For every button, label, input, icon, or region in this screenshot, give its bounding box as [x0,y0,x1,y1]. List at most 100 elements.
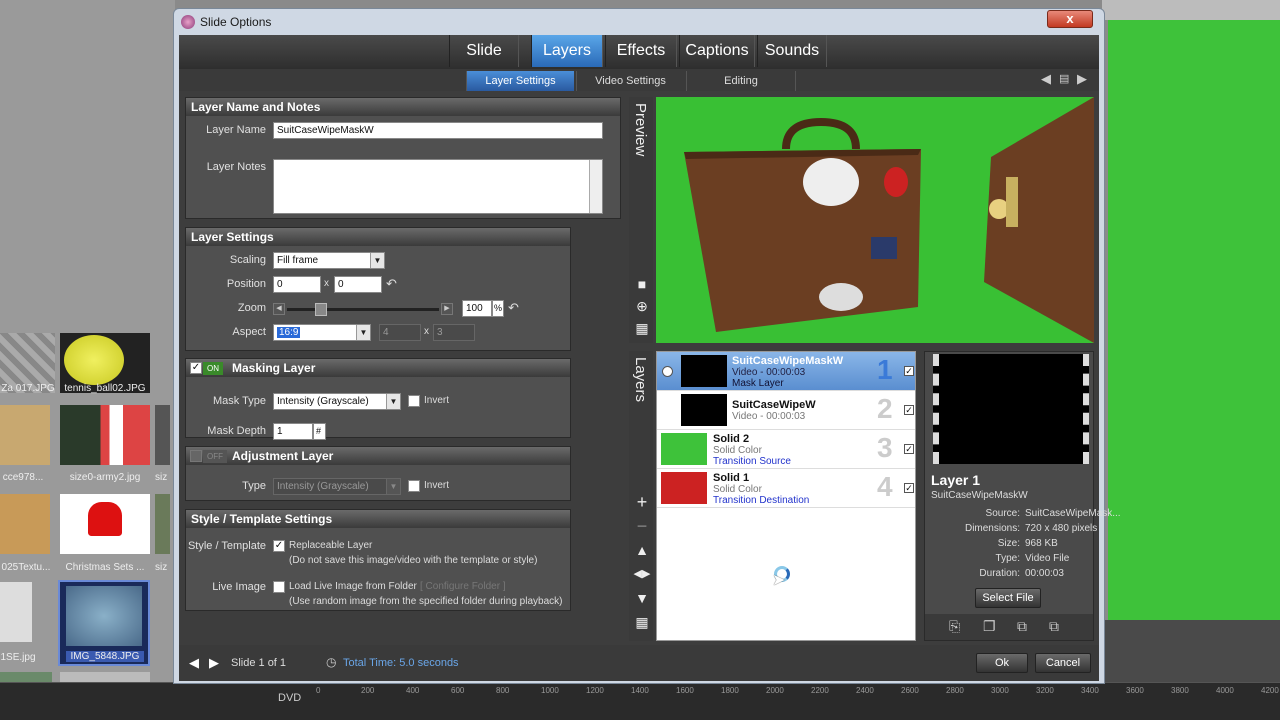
file-icon[interactable]: ❐ [983,618,996,635]
position-y-input[interactable]: 0 [334,276,382,293]
notes-scrollbar[interactable] [589,160,602,213]
select-file-button[interactable]: Select File [975,588,1041,608]
file-thumb[interactable] [155,405,170,465]
reset-zoom-icon[interactable]: ↶ [508,300,519,316]
layer-list-icon[interactable]: ▤ [1059,72,1069,85]
file-thumb[interactable] [0,672,52,682]
reset-position-icon[interactable]: ↶ [386,276,397,292]
info-key: Source: [985,508,1020,519]
timeline-tick: 3800 [1171,686,1189,695]
file-thumb[interactable] [0,405,50,465]
adjustment-invert-checkbox[interactable] [408,480,420,492]
dialog-client: Slide Layers Effects Captions Sounds Lay… [179,35,1121,681]
file-thumb[interactable] [60,405,150,465]
layer-grid-icon[interactable]: ▦ [633,613,651,631]
adjustment-off-badge[interactable]: OFF [203,450,227,463]
next-slide-icon[interactable]: ▶ [209,655,219,671]
layer-name: SuitCaseWipeW [732,399,816,411]
stop-icon[interactable]: ■ [633,275,651,293]
cancel-button[interactable]: Cancel [1035,653,1091,673]
zoom-slider-track[interactable] [287,303,439,316]
layer-visible-checkbox[interactable]: ✓ [904,483,914,493]
preview-canvas[interactable] [656,97,1094,343]
add-layer-icon[interactable]: + [633,493,651,511]
layer-settings-panel: Layer Settings Scaling Fill frame ▼ Posit… [185,227,571,351]
adjustment-enable-checkbox[interactable] [190,450,202,462]
mask-type-value: Intensity (Grayscale) [277,396,369,407]
mask-type-select[interactable]: Intensity (Grayscale) ▼ [273,393,401,410]
prev-layer-icon[interactable]: ◀ [1041,71,1051,87]
layer-notes-textarea[interactable] [273,159,603,214]
zoom-left-icon[interactable]: ◀ [273,303,285,315]
aspect-height-input[interactable]: 3 [433,324,475,341]
layer-radio[interactable] [662,366,673,377]
file-thumb[interactable] [0,582,32,642]
title-bar[interactable]: Slide Options x [174,9,1104,35]
zoom-right-icon[interactable]: ▶ [441,303,453,315]
tab-captions[interactable]: Captions [679,35,755,67]
suitcase-preview-image [684,97,1094,343]
aspect-select[interactable]: 16:9 ▼ [273,324,371,341]
layer-row-2[interactable]: SuitCaseWipeW Video - 00:00:03 2 ✓ [657,391,915,430]
zoom-input[interactable]: 100 [462,300,492,317]
replaceable-layer-checkbox[interactable]: ✓ [273,540,285,552]
layer-subtitle: Solid Color [713,484,762,495]
layer-visible-checkbox[interactable]: ✓ [904,405,914,415]
tab-layers[interactable]: Layers [531,35,603,67]
layer-visible-checkbox[interactable]: ✓ [904,444,914,454]
zoom-icon[interactable]: ⊕ [633,297,651,315]
timeline-tick: 3600 [1126,686,1144,695]
timeline-tick: 1800 [721,686,739,695]
tab-sounds[interactable]: Sounds [757,35,827,67]
clock-icon: ◷ [326,655,337,669]
mask-invert-checkbox[interactable] [408,395,420,407]
file-thumb[interactable] [155,494,170,554]
masking-on-badge[interactable]: ON [203,362,223,375]
layer-link[interactable]: Transition Destination [713,495,809,506]
ok-button[interactable]: Ok [976,653,1028,673]
import-icon[interactable]: ⎘ [949,618,960,635]
masking-enable-checkbox[interactable]: ✓ [190,362,202,374]
subtab-editing[interactable]: Editing [686,71,796,91]
file-thumb[interactable] [60,494,150,554]
file-caption-selected: IMG_5848.JPG [66,651,144,662]
main-tabs: Slide Layers Effects Captions Sounds [179,35,1099,69]
layer-visible-checkbox[interactable]: ✓ [904,366,914,376]
scaling-select[interactable]: Fill frame ▼ [273,252,385,269]
move-down-icon[interactable]: ▼ [633,589,651,607]
close-button[interactable]: x [1047,10,1093,28]
mask-depth-input[interactable]: 1 [273,423,313,440]
zoom-slider-thumb[interactable] [315,303,327,316]
paste-icon[interactable]: ⧉ [1049,618,1059,635]
tab-slide[interactable]: Slide [449,35,519,67]
position-x-input[interactable]: 0 [273,276,321,293]
layer-name-input[interactable]: SuitCaseWipeMaskW [273,122,603,139]
configure-folder-link[interactable]: [ Configure Folder ] [420,581,506,592]
file-thumb[interactable] [60,672,150,682]
aspect-width-input[interactable]: 4 [379,324,421,341]
tab-effects[interactable]: Effects [605,35,677,67]
grid-icon[interactable]: ▦ [633,319,651,337]
next-layer-icon[interactable]: ▶ [1077,71,1087,87]
file-thumb[interactable] [0,494,50,554]
subtab-video-settings[interactable]: Video Settings [576,71,684,91]
layer-link[interactable]: Transition Source [713,456,791,467]
move-up-icon[interactable]: ▲ [633,541,651,559]
panel-header: Adjustment Layer [186,447,570,465]
live-image-checkbox[interactable] [273,581,285,593]
info-key: Size: [997,538,1020,549]
timeline[interactable]: DVD 0 200 400 600 800 1000 1200 1400 1600 1800 200… [0,682,1280,720]
move-left-right-icon[interactable]: ◀▶ [633,565,651,583]
layer-row-3[interactable]: Solid 2 Solid Color Transition Source 3 … [657,430,915,469]
subtab-layer-settings[interactable]: Layer Settings [466,71,574,91]
layer-row-1[interactable]: SuitCaseWipeMaskW Video - 00:00:03 Mask … [657,352,915,391]
copy-icon[interactable]: ⧉ [1017,618,1027,635]
remove-layer-icon[interactable]: − [633,517,651,535]
layer-link[interactable]: Mask Layer [732,378,784,389]
panel-header: Masking Layer [186,359,570,377]
adjustment-type-select[interactable]: Intensity (Grayscale) ▼ [273,478,401,495]
live-image-label: Live Image [212,581,266,593]
live-image-note: (Use random image from the specified fol… [289,596,563,607]
layer-row-4[interactable]: Solid 1 Solid Color Transition Destinati… [657,469,915,508]
prev-slide-icon[interactable]: ◀ [189,655,199,671]
